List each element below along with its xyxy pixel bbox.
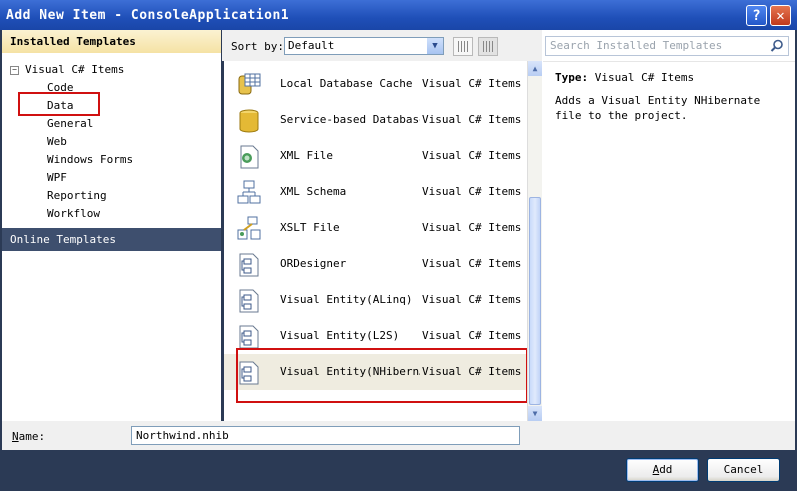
tree-item-windows-forms[interactable]: Windows Forms <box>47 152 133 168</box>
tree-root-label: Visual C# Items <box>25 63 125 76</box>
template-name: Service-based Database <box>280 113 420 126</box>
template-name: Visual Entity(ALinq) <box>280 293 413 306</box>
highlight-box-selected-template <box>236 348 528 403</box>
help-button[interactable]: ? <box>746 5 767 26</box>
xslt-file-icon <box>237 216 261 240</box>
tree-root-visual-csharp[interactable]: − Visual C# Items <box>10 63 124 76</box>
name-label-text: ame: <box>18 430 46 443</box>
add-label: dd <box>659 463 673 476</box>
template-description-panel: Type: Visual C# Items Adds a Visual Enti… <box>543 61 795 422</box>
search-installed-templates-input[interactable]: Search Installed Templates <box>545 36 789 56</box>
search-icon[interactable] <box>770 39 784 53</box>
template-row-xml-schema[interactable]: XML Schema Visual C# Items <box>224 174 527 210</box>
details-pane: Search Installed Templates Type: Visual … <box>542 30 795 422</box>
tree-item-workflow[interactable]: Workflow <box>47 206 100 222</box>
template-category: Visual C# Items <box>422 149 522 162</box>
scroll-down-button[interactable]: ▼ <box>528 406 542 421</box>
highlight-box-data <box>18 92 100 116</box>
name-label: Name: <box>12 430 45 443</box>
template-category: Visual C# Items <box>422 257 522 270</box>
template-row-local-database-cache[interactable]: Local Database Cache Visual C# Items <box>224 66 527 102</box>
template-category: Visual C# Items <box>422 185 522 198</box>
template-list-scrollbar[interactable]: ▲ ▼ <box>527 61 542 421</box>
template-category: Visual C# Items <box>422 293 522 306</box>
designer-icon <box>239 253 259 277</box>
designer-icon <box>239 325 259 349</box>
title-bar[interactable]: Add New Item - ConsoleApplication1 ? ✕ <box>0 0 797 30</box>
template-row-xml-file[interactable]: XML File Visual C# Items <box>224 138 527 174</box>
template-row-service-based-database[interactable]: Service-based Database Visual C# Items <box>224 102 527 138</box>
type-value: Visual C# Items <box>594 71 695 84</box>
collapse-icon[interactable]: − <box>10 65 19 75</box>
templates-tree-pane: Installed Templates − Visual C# Items Cod… <box>2 30 221 421</box>
search-placeholder: Search Installed Templates <box>550 39 723 52</box>
template-category: Visual C# Items <box>422 77 522 90</box>
xml-schema-icon <box>237 180 261 204</box>
sort-dropdown[interactable]: Default ▼ <box>284 37 444 55</box>
online-templates-header[interactable]: Online Templates <box>2 228 221 251</box>
tree-item-wpf[interactable]: WPF <box>47 170 67 186</box>
designer-icon <box>239 289 259 313</box>
template-category: Visual C# Items <box>422 113 522 126</box>
chevron-down-icon[interactable]: ▼ <box>427 38 443 54</box>
template-name: XML File <box>280 149 333 162</box>
template-category: Visual C# Items <box>422 329 522 342</box>
view-list-icon <box>483 41 493 52</box>
template-row-xslt-file[interactable]: XSLT File Visual C# Items <box>224 210 527 246</box>
sort-label: Sort by: <box>231 40 284 53</box>
window-title: Add New Item - ConsoleApplication1 <box>6 8 290 23</box>
tree-item-general[interactable]: General <box>47 116 93 132</box>
installed-templates-header[interactable]: Installed Templates <box>2 30 221 53</box>
tree-item-web[interactable]: Web <box>47 134 67 150</box>
dialog-footer: Add Cancel <box>0 450 797 491</box>
template-row-ordesigner[interactable]: ORDesigner Visual C# Items <box>224 246 527 282</box>
cancel-button[interactable]: Cancel <box>707 458 780 482</box>
close-button[interactable]: ✕ <box>770 5 791 26</box>
template-name: Local Database Cache <box>280 77 413 90</box>
template-type-line: Type: Visual C# Items <box>555 71 694 84</box>
database-cache-icon <box>238 73 261 95</box>
template-name: Visual Entity(L2S) <box>280 329 400 342</box>
medium-icons-view-button[interactable] <box>453 37 473 56</box>
xml-file-icon <box>240 145 259 169</box>
template-name: XSLT File <box>280 221 340 234</box>
name-field[interactable]: Northwind.nhib <box>131 426 520 445</box>
name-bar: Name: Northwind.nhib <box>2 421 795 450</box>
template-name: XML Schema <box>280 185 347 198</box>
template-category: Visual C# Items <box>422 221 522 234</box>
type-label: Type: <box>555 71 589 84</box>
tree-item-reporting[interactable]: Reporting <box>47 188 107 204</box>
add-new-item-dialog: Add New Item - ConsoleApplication1 ? ✕ I… <box>0 0 797 491</box>
list-view-button[interactable] <box>478 37 498 56</box>
template-row-visual-entity-alinq[interactable]: Visual Entity(ALinq) Visual C# Items <box>224 282 527 318</box>
name-label-accelerator: N <box>12 430 19 443</box>
view-grid-icon <box>458 41 468 52</box>
template-name: ORDesigner <box>280 257 347 270</box>
database-icon <box>239 109 259 133</box>
scroll-up-button[interactable]: ▲ <box>528 61 542 76</box>
scroll-thumb[interactable] <box>529 197 541 405</box>
add-button[interactable]: Add <box>626 458 699 482</box>
sort-toolbar: Sort by: Default ▼ <box>222 30 542 61</box>
template-description: Adds a Visual Entity NHibernate file to … <box>555 94 761 122</box>
sort-value: Default <box>288 39 335 52</box>
